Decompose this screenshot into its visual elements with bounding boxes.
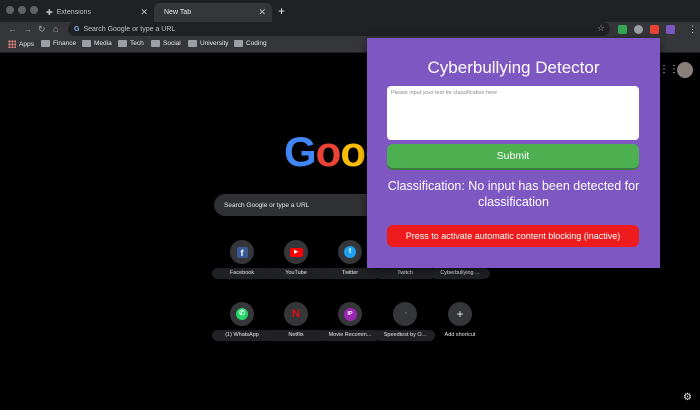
shortcut-label: Facebook (212, 268, 272, 279)
shortcut-add[interactable]: + Add shortcut (430, 302, 490, 341)
shortcut-label: Add shortcut (444, 332, 476, 338)
forward-icon[interactable]: → (23, 22, 32, 37)
shortcut-label: Twitter (320, 268, 380, 279)
shortcut-label: Speedtest by O... (375, 330, 435, 341)
bookmark-coding[interactable]: Coding (234, 40, 267, 47)
apps-grid-icon (8, 40, 16, 48)
shortcut-label: Movie Recomm... (320, 330, 380, 341)
google-letter: o (340, 128, 366, 175)
back-icon[interactable]: ← (8, 22, 17, 37)
google-g-icon: G (74, 25, 80, 33)
tab-new-tab[interactable]: New Tab ✕ (154, 3, 272, 22)
tab-strip: ✚ Extensions ✕ New Tab ✕ + (0, 0, 700, 22)
customize-gear-icon[interactable]: ⚙ (683, 392, 692, 403)
bookmark-label: Social (163, 40, 181, 47)
bookmark-star-icon[interactable]: ☆ (597, 23, 605, 34)
bookmark-label: Finance (53, 40, 77, 47)
content-blocking-toggle-button[interactable]: Press to activate automatic content bloc… (387, 225, 639, 247)
maximize-window-icon[interactable] (30, 6, 38, 14)
toolbar: ← → ↻ ⌂ G Search Google or type a URL ☆ … (0, 22, 700, 37)
youtube-icon: ▶ (284, 240, 308, 264)
bookmark-social[interactable]: Social (151, 40, 181, 47)
shortcut-whatsapp[interactable]: ✆ (1) WhatsApp (212, 302, 272, 341)
tab-extensions[interactable]: ✚ Extensions ✕ (40, 3, 154, 22)
extension-icon-green[interactable] (618, 25, 627, 34)
google-letter: o (315, 128, 342, 175)
twitter-icon: t (338, 240, 362, 264)
submit-button[interactable]: Submit (387, 144, 639, 168)
folder-icon (234, 40, 243, 47)
bookmark-tech[interactable]: Tech (118, 40, 144, 47)
puzzle-icon: ✚ (46, 8, 53, 17)
popup-title: Cyberbullying Detector (427, 58, 600, 77)
bookmark-label: Apps (19, 40, 34, 48)
bookmark-label: Coding (246, 40, 267, 47)
close-icon[interactable]: ✕ (140, 7, 148, 18)
classification-result: Classification: No input has been detect… (387, 179, 640, 209)
minimize-window-icon[interactable] (18, 6, 26, 14)
whatsapp-icon: ✆ (230, 302, 254, 326)
omnibox-placeholder: Search Google or type a URL (83, 25, 176, 33)
google-letter: G (284, 128, 317, 175)
ntp-search-placeholder: Search Google or type a URL (224, 201, 310, 209)
bookmark-university[interactable]: University (188, 40, 229, 47)
shortcut-youtube[interactable]: ▶ YouTube (266, 240, 326, 279)
shortcut-label: Netflix (266, 330, 326, 341)
extension-icon-colorful[interactable] (650, 25, 659, 34)
plus-icon: + (448, 302, 472, 326)
google-apps-icon[interactable]: ⋮⋮ (659, 62, 679, 77)
speedtest-icon: ◔ (393, 302, 417, 326)
folder-icon (188, 40, 197, 47)
new-tab-button[interactable]: + (278, 4, 285, 18)
close-icon[interactable]: ✕ (258, 7, 266, 18)
folder-icon (41, 40, 50, 47)
bookmark-label: Media (94, 40, 112, 47)
folder-icon (82, 40, 91, 47)
shortcut-label: Twitch (375, 268, 435, 279)
folder-icon (151, 40, 160, 47)
netflix-icon: N (284, 302, 308, 326)
bookmark-label: Tech (130, 40, 144, 47)
shortcut-label: (1) WhatsApp (212, 330, 272, 341)
shortcut-label: YouTube (266, 268, 326, 279)
tab-title: Extensions (56, 9, 91, 16)
bookmark-media[interactable]: Media (82, 40, 112, 47)
facebook-icon: f (230, 240, 254, 264)
classification-text-input[interactable] (387, 86, 639, 140)
shortcut-speedtest[interactable]: ◔ Speedtest by O... (375, 302, 435, 341)
shortcut-facebook[interactable]: f Facebook (212, 240, 272, 279)
bookmark-label: University (200, 40, 229, 47)
cyberbullying-detector-popup: Cyberbullying Detector Submit Classifica… (367, 38, 660, 268)
omnibox[interactable]: G Search Google or type a URL ☆ (68, 22, 610, 36)
extension-icon-cyberbullying[interactable] (666, 25, 675, 34)
bookmark-finance[interactable]: Finance (41, 40, 76, 47)
bookmark-apps[interactable]: Apps (8, 40, 34, 48)
menu-kebab-icon[interactable]: ⋮ (688, 22, 697, 37)
tab-title: New Tab (164, 9, 192, 16)
shortcut-label: Cyberbullying ... (430, 268, 490, 279)
home-icon[interactable]: ⌂ (53, 22, 58, 37)
shortcut-movie-recommender[interactable]: IP Movie Recomm... (320, 302, 380, 341)
close-window-icon[interactable] (6, 6, 14, 14)
folder-icon (118, 40, 127, 47)
extension-icon-grey[interactable] (634, 25, 643, 34)
avatar[interactable] (677, 62, 693, 78)
reload-icon[interactable]: ↻ (38, 22, 46, 37)
shortcut-netflix[interactable]: N Netflix (266, 302, 326, 341)
movie-icon: IP (338, 302, 362, 326)
